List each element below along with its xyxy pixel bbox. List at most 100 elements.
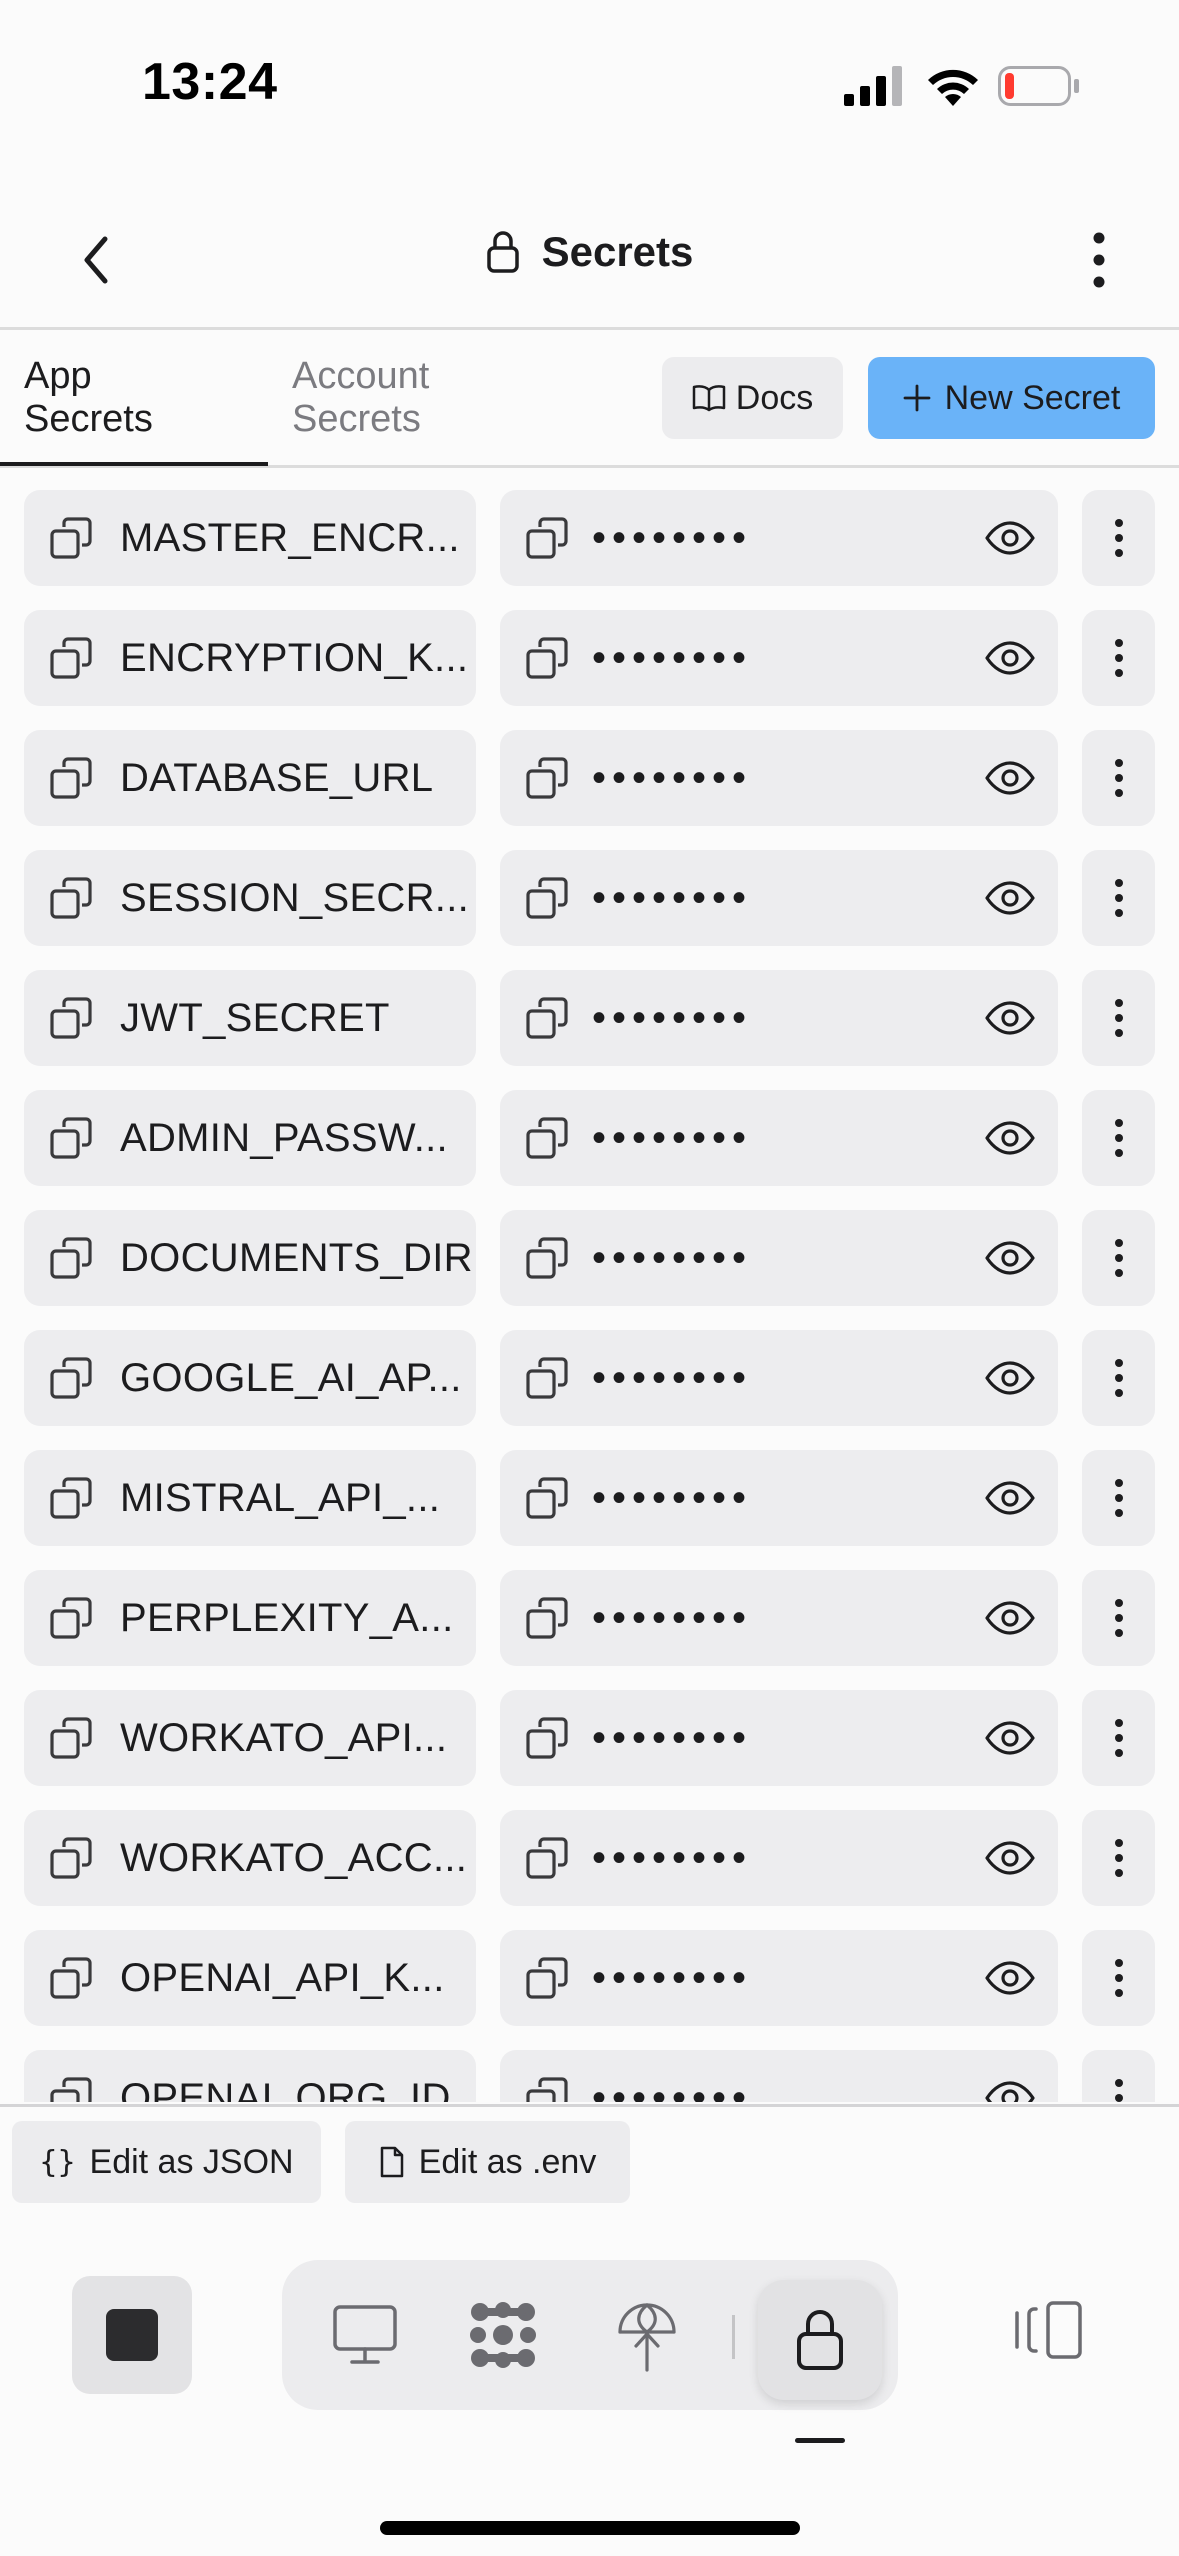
secret-key-field[interactable]: WORKATO_API... — [24, 1690, 476, 1786]
copy-icon[interactable] — [48, 635, 94, 681]
secret-row-menu-button[interactable] — [1082, 1810, 1155, 1906]
edit-as-json-button[interactable]: {} Edit as JSON — [12, 2121, 321, 2203]
reveal-secret-button[interactable] — [982, 512, 1038, 564]
secret-key-field[interactable]: ADMIN_PASSW... — [24, 1090, 476, 1186]
tab-account-secrets[interactable]: Account Secrets — [292, 355, 429, 441]
reveal-secret-button[interactable] — [982, 1352, 1038, 1404]
secret-row-menu-button[interactable] — [1082, 1090, 1155, 1186]
secret-value-field[interactable]: •••••••• — [500, 610, 1058, 706]
copy-icon[interactable] — [524, 755, 570, 801]
copy-icon[interactable] — [48, 1475, 94, 1521]
copy-icon[interactable] — [48, 995, 94, 1041]
copy-icon[interactable] — [48, 1355, 94, 1401]
copy-icon[interactable] — [524, 635, 570, 681]
secret-value-field[interactable]: •••••••• — [500, 2050, 1058, 2102]
secret-value-field[interactable]: •••••••• — [500, 1570, 1058, 1666]
sidebar-toggle-button[interactable] — [1000, 2282, 1096, 2378]
secret-row-menu-button[interactable] — [1082, 730, 1155, 826]
dock-deploy-button[interactable] — [602, 2290, 692, 2380]
secret-value-field[interactable]: •••••••• — [500, 1450, 1058, 1546]
secret-key-field[interactable]: OPENAI_API_K... — [24, 1930, 476, 2026]
copy-icon[interactable] — [524, 875, 570, 921]
dock-apps-button[interactable] — [458, 2290, 548, 2380]
secret-row-menu-button[interactable] — [1082, 610, 1155, 706]
tab-app-secrets[interactable]: App Secrets — [24, 355, 153, 441]
secret-value-field[interactable]: •••••••• — [500, 1690, 1058, 1786]
secret-key-field[interactable]: MISTRAL_API_... — [24, 1450, 476, 1546]
more-options-button[interactable] — [1059, 220, 1139, 300]
secret-row-menu-button[interactable] — [1082, 1690, 1155, 1786]
edit-as-env-button[interactable]: Edit as .env — [345, 2121, 630, 2203]
copy-icon[interactable] — [48, 1595, 94, 1641]
secret-key-field[interactable]: GOOGLE_AI_AP... — [24, 1330, 476, 1426]
reveal-secret-button[interactable] — [982, 872, 1038, 924]
secret-value-field[interactable]: •••••••• — [500, 850, 1058, 946]
reveal-secret-button[interactable] — [982, 1232, 1038, 1284]
secret-value-field[interactable]: •••••••• — [500, 730, 1058, 826]
copy-icon[interactable] — [48, 755, 94, 801]
copy-icon[interactable] — [48, 1715, 94, 1761]
secret-value-field[interactable]: •••••••• — [500, 1930, 1058, 2026]
reveal-secret-button[interactable] — [982, 992, 1038, 1044]
copy-icon[interactable] — [524, 1595, 570, 1641]
secret-row-menu-button[interactable] — [1082, 490, 1155, 586]
copy-icon[interactable] — [48, 1235, 94, 1281]
secret-value-field[interactable]: •••••••• — [500, 1210, 1058, 1306]
reveal-secret-button[interactable] — [982, 1472, 1038, 1524]
stop-button[interactable] — [72, 2276, 192, 2394]
secret-key-field[interactable]: PERPLEXITY_A... — [24, 1570, 476, 1666]
copy-icon[interactable] — [524, 995, 570, 1041]
secret-row-menu-button[interactable] — [1082, 1930, 1155, 2026]
copy-icon[interactable] — [524, 1835, 570, 1881]
secret-row-menu-button[interactable] — [1082, 1450, 1155, 1546]
copy-icon[interactable] — [524, 2075, 570, 2102]
reveal-secret-button[interactable] — [982, 1952, 1038, 2004]
reveal-secret-button[interactable] — [982, 1832, 1038, 1884]
secret-key-field[interactable]: DATABASE_URL — [24, 730, 476, 826]
reveal-secret-button[interactable] — [982, 2072, 1038, 2102]
secret-key-field[interactable]: SESSION_SECR... — [24, 850, 476, 946]
copy-icon[interactable] — [524, 1355, 570, 1401]
dock-secrets-button[interactable] — [758, 2280, 882, 2400]
copy-icon[interactable] — [48, 515, 94, 561]
new-secret-button[interactable]: New Secret — [868, 357, 1155, 439]
reveal-secret-button[interactable] — [982, 632, 1038, 684]
copy-icon[interactable] — [524, 1235, 570, 1281]
copy-icon[interactable] — [48, 1835, 94, 1881]
copy-icon[interactable] — [48, 875, 94, 921]
secret-key-field[interactable]: OPENAI_ORG_ID — [24, 2050, 476, 2102]
secret-row-menu-button[interactable] — [1082, 1210, 1155, 1306]
secret-key-text: WORKATO_ACC... — [120, 1835, 468, 1880]
secret-row-menu-button[interactable] — [1082, 2050, 1155, 2102]
reveal-secret-button[interactable] — [982, 1712, 1038, 1764]
copy-icon[interactable] — [48, 1115, 94, 1161]
secret-value-field[interactable]: •••••••• — [500, 1810, 1058, 1906]
copy-icon[interactable] — [524, 515, 570, 561]
reveal-secret-button[interactable] — [982, 752, 1038, 804]
secret-key-field[interactable]: JWT_SECRET — [24, 970, 476, 1066]
dock-monitor-button[interactable] — [320, 2290, 410, 2380]
secret-value-field[interactable]: •••••••• — [500, 490, 1058, 586]
copy-icon[interactable] — [524, 1115, 570, 1161]
copy-icon[interactable] — [524, 1955, 570, 2001]
secret-value-field[interactable]: •••••••• — [500, 970, 1058, 1066]
copy-icon[interactable] — [48, 2075, 94, 2102]
secret-key-field[interactable]: MASTER_ENCR... — [24, 490, 476, 586]
secret-row-menu-button[interactable] — [1082, 970, 1155, 1066]
secret-row-menu-button[interactable] — [1082, 1330, 1155, 1426]
secret-value-field[interactable]: •••••••• — [500, 1330, 1058, 1426]
docs-button[interactable]: Docs — [662, 357, 843, 439]
secret-row-menu-button[interactable] — [1082, 850, 1155, 946]
secret-key-field[interactable]: WORKATO_ACC... — [24, 1810, 476, 1906]
secrets-list[interactable]: MASTER_ENCR... •••••••• ENCRYPTION_K... •••… — [0, 470, 1179, 2102]
reveal-secret-button[interactable] — [982, 1592, 1038, 1644]
secret-key-field[interactable]: DOCUMENTS_DIR — [24, 1210, 476, 1306]
secret-key-field[interactable]: ENCRYPTION_K... — [24, 610, 476, 706]
copy-icon[interactable] — [524, 1715, 570, 1761]
secret-row-menu-button[interactable] — [1082, 1570, 1155, 1666]
copy-icon[interactable] — [524, 1475, 570, 1521]
copy-icon[interactable] — [48, 1955, 94, 2001]
reveal-secret-button[interactable] — [982, 1112, 1038, 1164]
secret-value-field[interactable]: •••••••• — [500, 1090, 1058, 1186]
dock-divider — [732, 2315, 735, 2359]
